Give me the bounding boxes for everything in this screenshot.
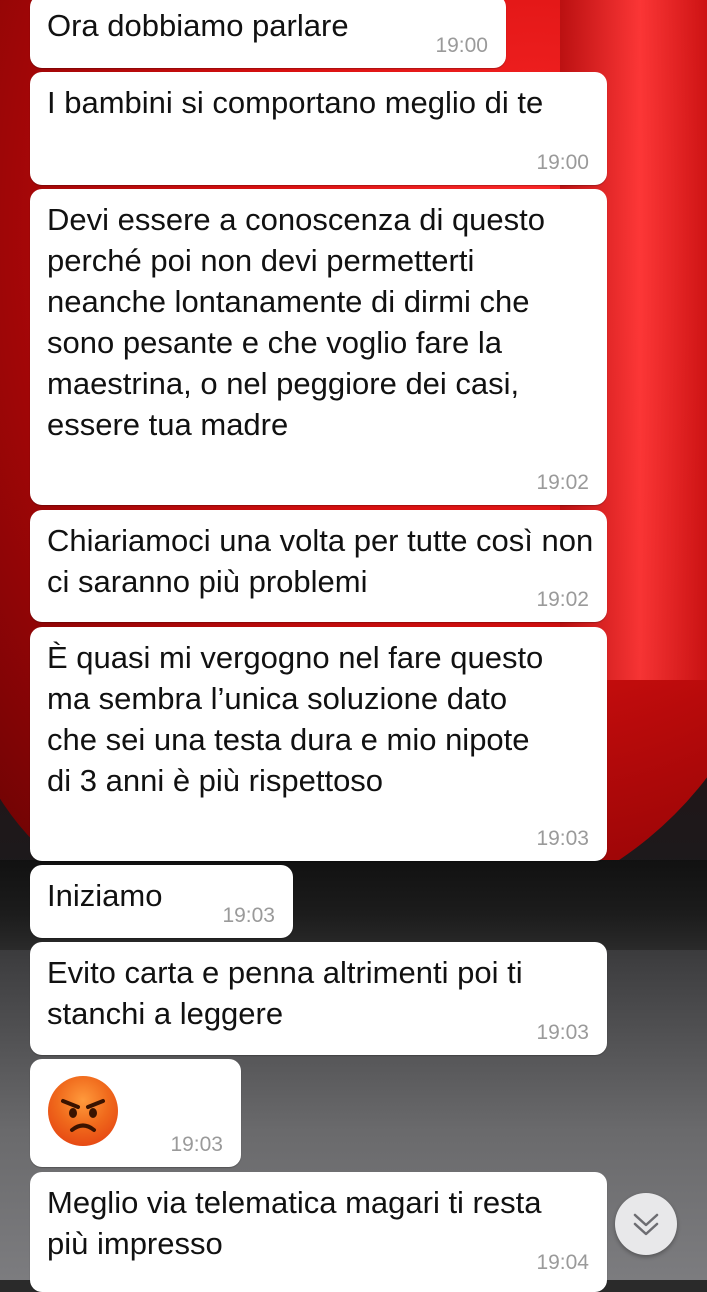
message-text: Meglio via telematica magari ti resta pi… (47, 1185, 542, 1261)
scroll-to-bottom-button[interactable] (615, 1193, 677, 1255)
message-time: 19:02 (536, 588, 589, 611)
message-time: 19:02 (536, 471, 589, 494)
message-bubble[interactable]: Ora dobbiamo parlare 19:00 (30, 0, 506, 68)
message-bubble[interactable]: Chiariamoci una volta per tutte così non… (30, 510, 607, 622)
message-bubble[interactable]: Iniziamo 19:03 (30, 865, 293, 938)
message-text: Devi essere a conoscenza di questo perch… (47, 202, 546, 442)
message-time: 19:00 (536, 151, 589, 174)
message-text: I bambini si comportano meglio di te (47, 85, 544, 120)
message-bubble[interactable]: I bambini si comportano meglio di te 19:… (30, 72, 607, 185)
message-time: 19:00 (435, 34, 488, 57)
message-bubble[interactable]: 19:03 (30, 1059, 241, 1167)
message-time: 19:04 (536, 1251, 589, 1274)
message-time: 19:03 (222, 904, 275, 927)
message-bubble[interactable]: È quasi mi vergogno nel fare questo ma s… (30, 627, 607, 861)
message-text: È quasi mi vergogno nel fare questo ma s… (47, 640, 544, 798)
message-time: 19:03 (536, 1021, 589, 1044)
message-bubble[interactable]: Devi essere a conoscenza di questo perch… (30, 189, 607, 505)
message-bubble[interactable]: Evito carta e penna altrimenti poi ti st… (30, 942, 607, 1055)
message-text: Ora dobbiamo parlare (47, 8, 349, 43)
message-time: 19:03 (536, 827, 589, 850)
message-text: Chiariamoci una volta per tutte così non… (47, 523, 594, 599)
double-chevron-down-icon (633, 1213, 659, 1236)
angry-face-emoji (48, 1076, 118, 1146)
message-bubble[interactable]: Meglio via telematica magari ti resta pi… (30, 1172, 607, 1292)
message-text: Evito carta e penna altrimenti poi ti st… (47, 955, 523, 1031)
message-time: 19:03 (170, 1133, 223, 1156)
